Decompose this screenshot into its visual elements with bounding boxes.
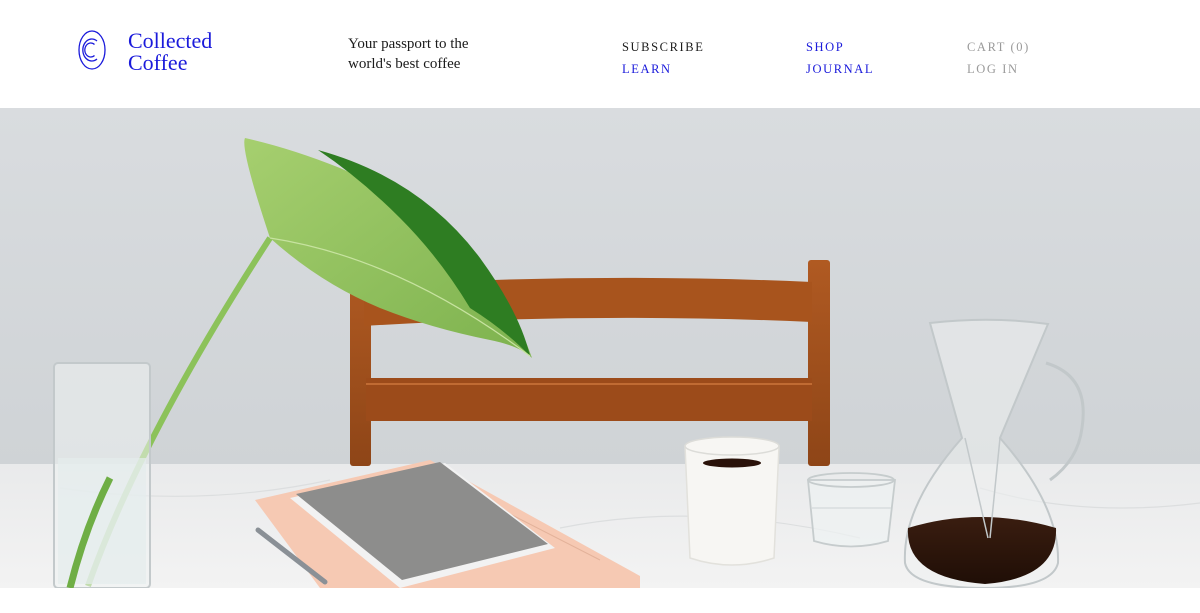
- collected-coffee-logo-icon: [78, 30, 106, 70]
- nav-learn-link[interactable]: LEARN: [622, 58, 704, 80]
- tagline: Your passport to the world's best coffee: [348, 34, 508, 74]
- nav-journal-link[interactable]: JOURNAL: [806, 58, 874, 80]
- hero-photo-illustration: [0, 108, 1200, 588]
- coffee-cup: [684, 436, 780, 566]
- vase: [53, 362, 151, 588]
- home-logo-link[interactable]: Collected Coffee: [77, 28, 212, 74]
- water-glass: [807, 472, 897, 548]
- site-header: Collected Coffee Your passport to the wo…: [0, 0, 1200, 108]
- nav-login-link[interactable]: LOG IN: [967, 58, 1030, 80]
- brand-name: Collected Coffee: [128, 30, 212, 74]
- nav-subscribe-link[interactable]: SUBSCRIBE: [622, 36, 704, 58]
- tagline-line2: world's best coffee: [348, 56, 461, 72]
- nav-column-1: SUBSCRIBE LEARN: [622, 36, 704, 80]
- nav-column-2: SHOP JOURNAL: [806, 36, 874, 80]
- below-hero-space: [0, 588, 1200, 613]
- nav-cart-link[interactable]: CART (0): [967, 36, 1030, 58]
- nav-column-3: CART (0) LOG IN: [967, 36, 1030, 80]
- nav-shop-link[interactable]: SHOP: [806, 36, 874, 58]
- hero-image: [0, 108, 1200, 588]
- brand-name-line1: Collected: [128, 28, 213, 53]
- tagline-line1: Your passport to the: [348, 36, 469, 52]
- brand-name-line2: Coffee: [128, 50, 188, 75]
